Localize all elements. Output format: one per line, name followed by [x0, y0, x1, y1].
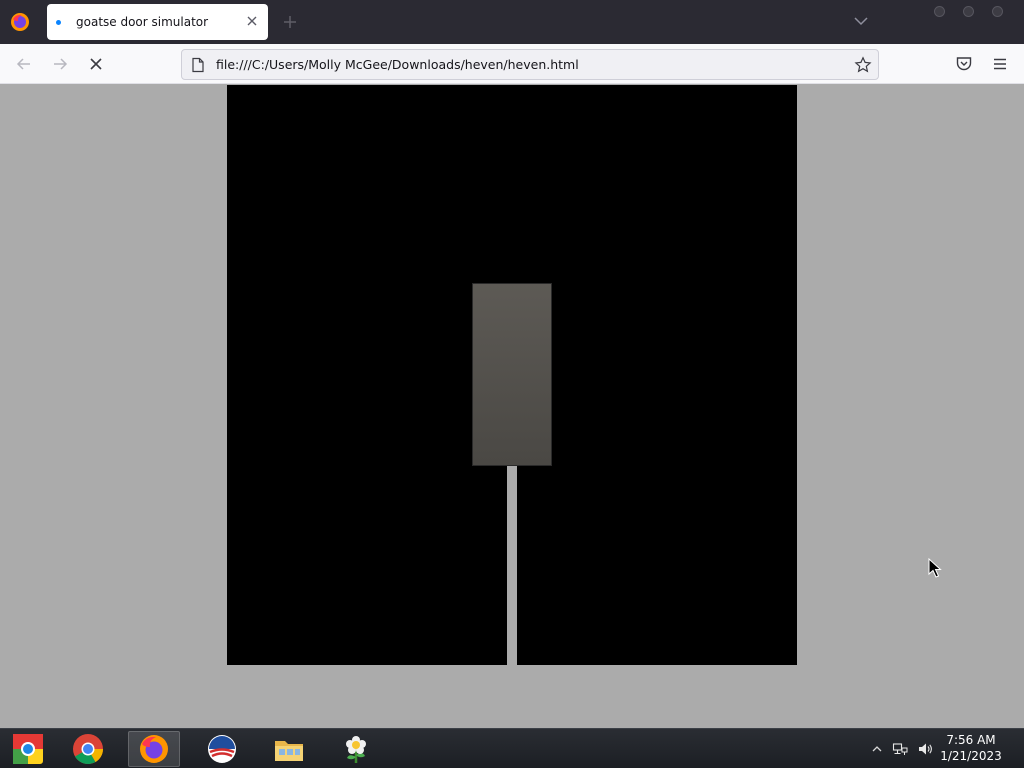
campaign-logo-icon	[208, 735, 236, 763]
page-icon	[192, 57, 204, 73]
taskbar-plants-game[interactable]	[330, 731, 382, 767]
minimize-button[interactable]	[934, 6, 945, 17]
door-right-panel[interactable]	[517, 85, 797, 665]
volume-icon[interactable]	[917, 741, 933, 757]
chromium-icon	[13, 734, 43, 764]
tab-strip: goatse door simulator	[0, 0, 1024, 44]
url-text[interactable]: file:///C:/Users/Molly McGee/Downloads/h…	[216, 57, 579, 72]
chrome-icon	[73, 734, 103, 765]
show-hidden-icons-icon[interactable]	[869, 741, 885, 757]
pocket-icon[interactable]	[954, 54, 974, 74]
firefox-icon	[140, 735, 168, 763]
url-bar[interactable]: file:///C:/Users/Molly McGee/Downloads/h…	[181, 49, 879, 80]
hamburger-menu-icon[interactable]	[990, 54, 1010, 74]
tab-title: goatse door simulator	[76, 15, 209, 29]
center-image-placeholder	[472, 283, 552, 466]
close-tab-icon[interactable]	[245, 14, 259, 28]
door-left-panel[interactable]	[227, 85, 507, 665]
taskbar-chrome[interactable]	[62, 731, 114, 767]
folder-icon	[275, 741, 303, 761]
firefox-logo-icon[interactable]	[10, 12, 30, 32]
loading-dot-icon	[56, 20, 61, 25]
new-tab-icon[interactable]	[280, 12, 300, 32]
back-arrow-icon[interactable]	[14, 54, 34, 74]
bookmark-star-icon[interactable]	[854, 56, 872, 74]
close-window-button[interactable]	[992, 6, 1003, 17]
page-viewport	[0, 85, 1024, 728]
navigation-toolbar: file:///C:/Users/Molly McGee/Downloads/h…	[0, 44, 1024, 84]
stop-loading-icon[interactable]	[86, 54, 106, 74]
maximize-button[interactable]	[963, 6, 974, 17]
flower-icon	[346, 736, 366, 763]
taskbar: 7:56 AM 1/21/2023	[0, 728, 1024, 768]
taskbar-file-explorer[interactable]	[263, 731, 315, 767]
clock-date: 1/21/2023	[940, 749, 1002, 763]
network-icon[interactable]	[892, 741, 908, 757]
forward-arrow-icon[interactable]	[50, 54, 70, 74]
taskbar-campaign-app[interactable]	[196, 731, 248, 767]
system-clock[interactable]: 7:56 AM 1/21/2023	[936, 732, 1006, 764]
image-placeholder-note	[508, 371, 516, 379]
mouse-cursor-icon	[928, 558, 942, 578]
taskbar-firefox[interactable]	[128, 731, 180, 767]
list-all-tabs-icon[interactable]	[852, 14, 870, 28]
tab-active[interactable]: goatse door simulator	[47, 4, 268, 40]
clock-time: 7:56 AM	[946, 733, 996, 747]
taskbar-chromium[interactable]	[2, 731, 54, 767]
